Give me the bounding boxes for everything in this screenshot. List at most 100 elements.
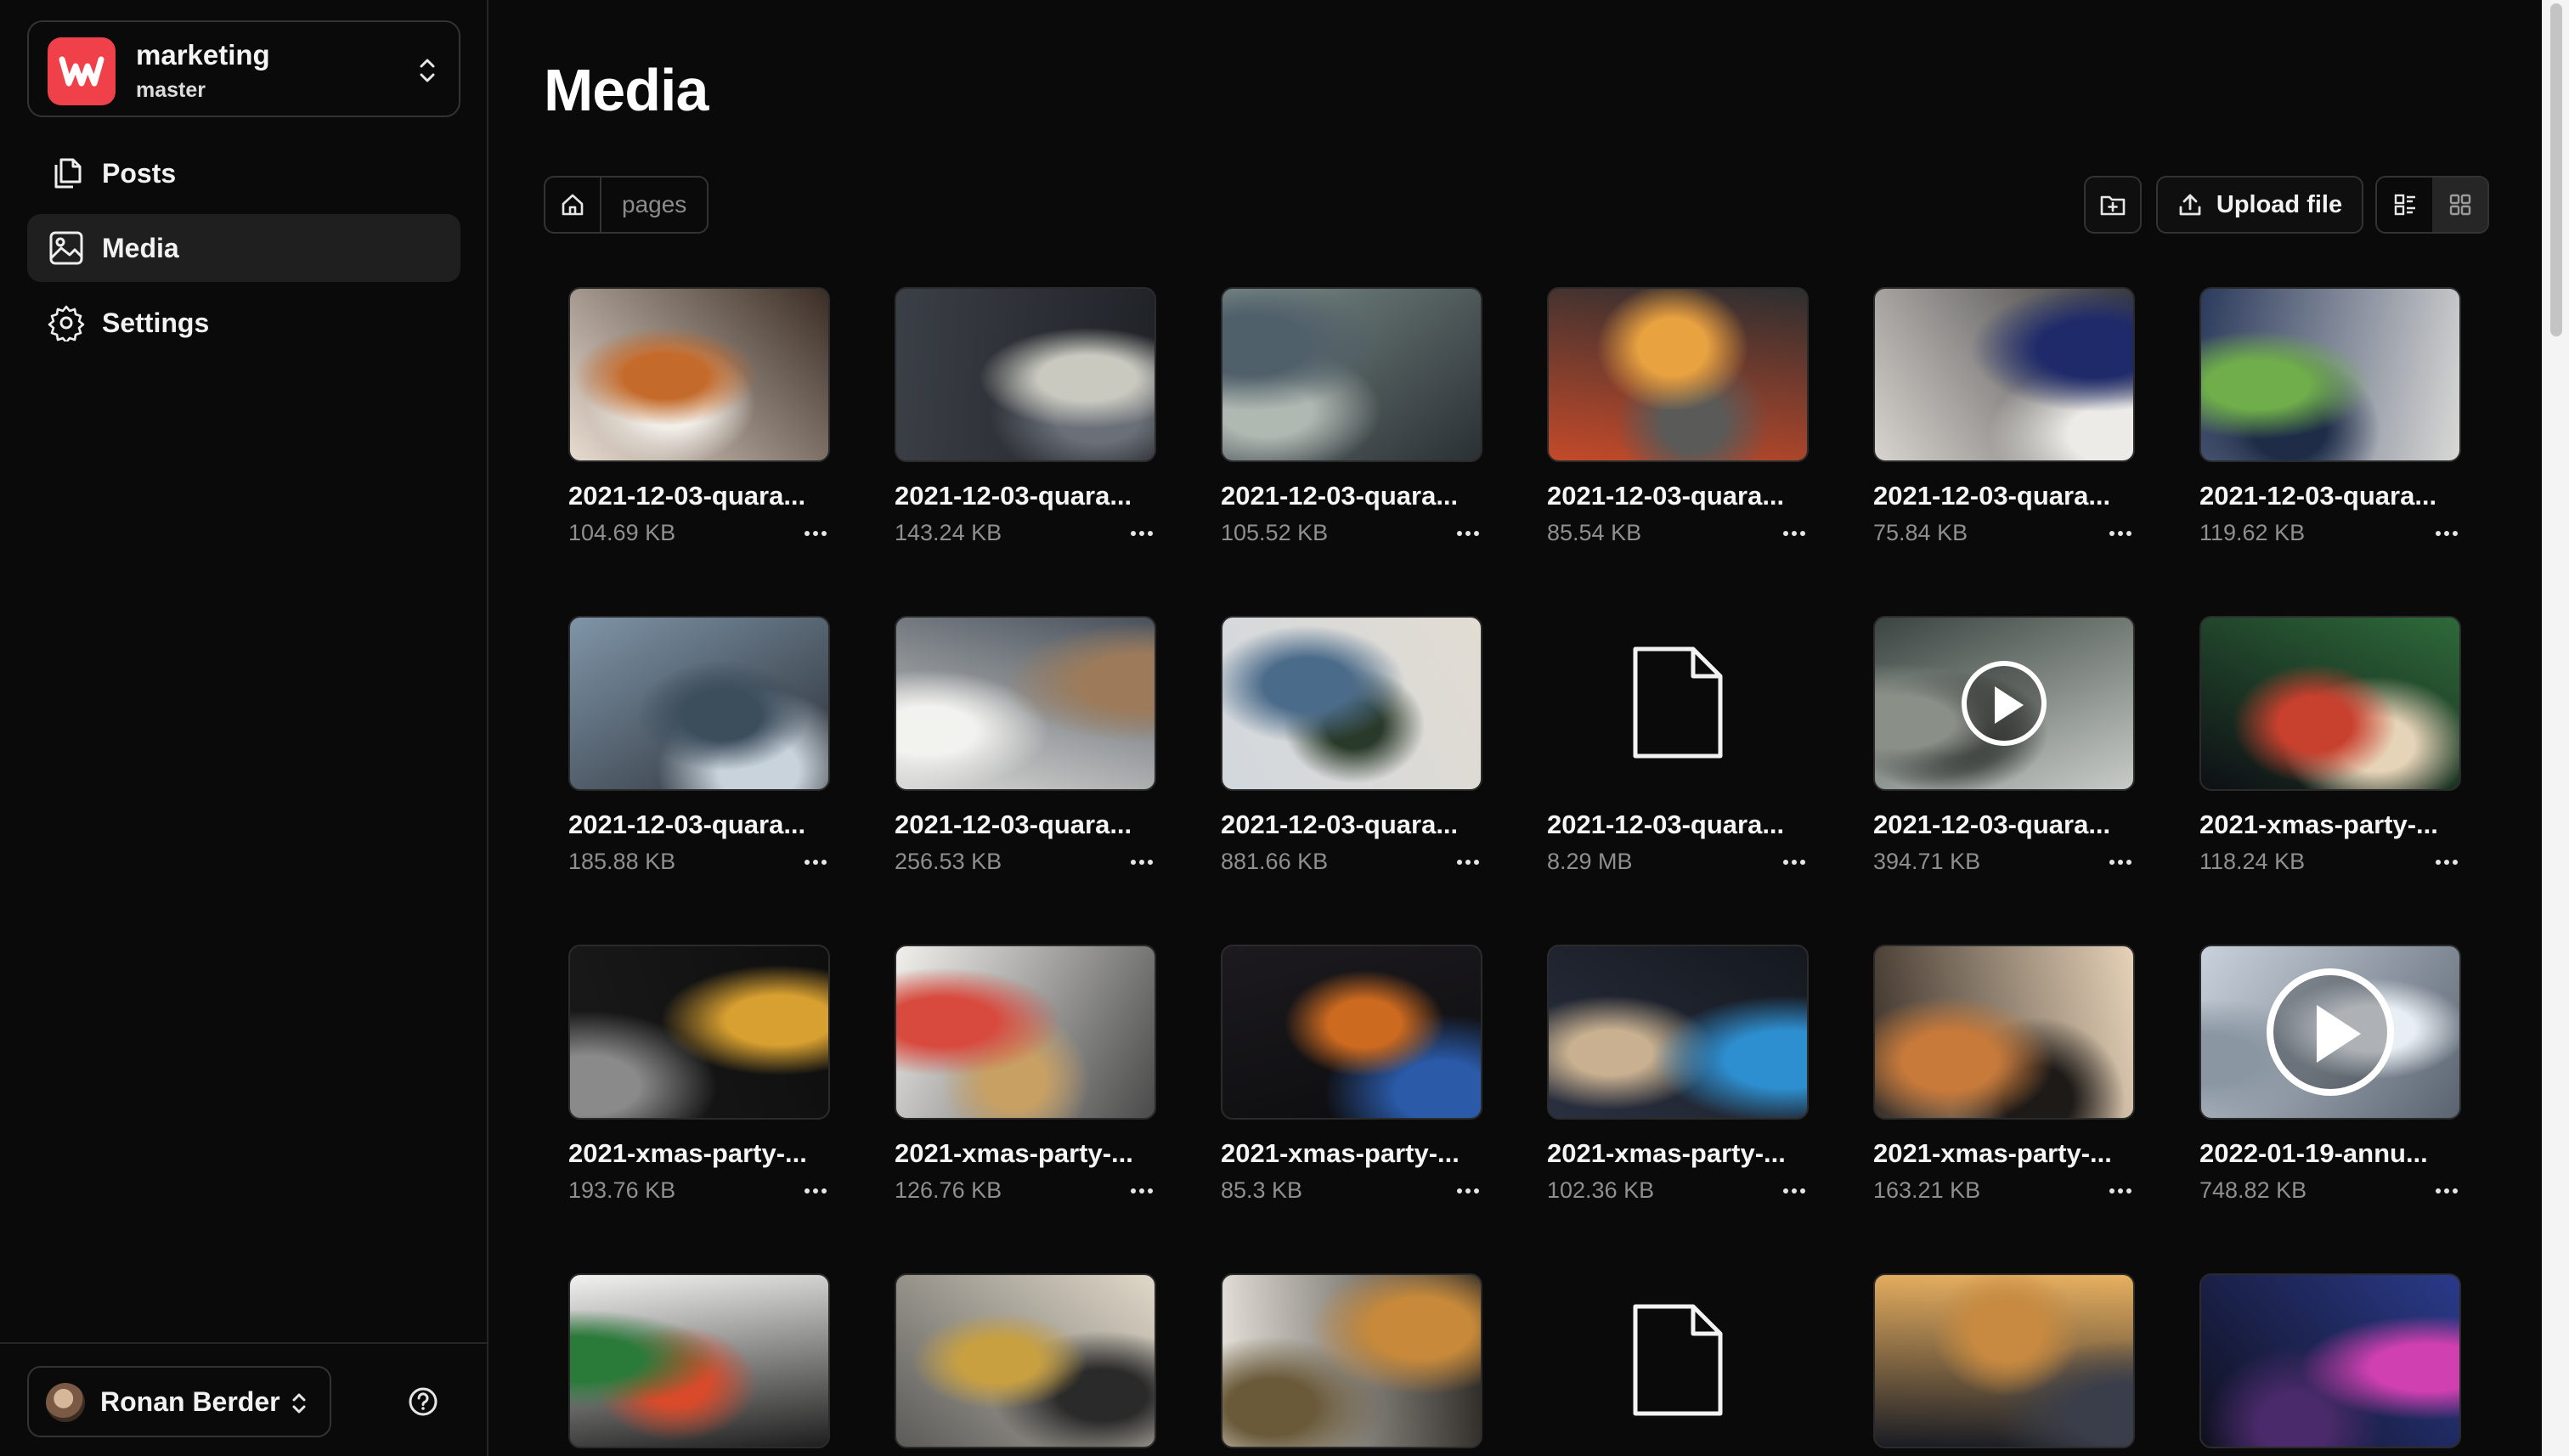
media-card[interactable]: 2021-12-03-quara... 105.52 KB (1221, 287, 1482, 546)
media-card[interactable]: 2021-12-03-quara... 143.24 KB (895, 287, 1156, 546)
media-card[interactable]: 2021-xmas-party-... 193.76 KB (568, 945, 830, 1204)
media-card[interactable]: 2021-xmas-party-... 102.36 KB (1547, 945, 1809, 1204)
more-options-icon[interactable] (1457, 1187, 1482, 1195)
file-meta-row: 105.52 KB (1221, 520, 1482, 546)
list-view-button[interactable] (2377, 178, 2432, 232)
grid-view-button[interactable] (2432, 178, 2487, 232)
media-card[interactable]: 2021-xmas-party-... 163.21 KB (1873, 945, 2135, 1204)
image-thumbnail[interactable] (2199, 616, 2461, 791)
media-card[interactable] (2199, 1273, 2461, 1448)
more-options-icon[interactable] (1783, 858, 1809, 866)
image-thumbnail[interactable] (1873, 287, 2135, 462)
image-thumbnail[interactable] (895, 1273, 1156, 1448)
file-name: 2021-12-03-quara... (1873, 810, 2111, 839)
file-meta-row: 193.76 KB (568, 1177, 830, 1204)
image-thumbnail[interactable] (895, 945, 1156, 1120)
image-thumbnail[interactable] (1547, 287, 1809, 462)
file-size: 119.62 KB (2199, 520, 2306, 545)
more-options-icon[interactable] (1131, 1187, 1156, 1195)
sidebar-item-media[interactable]: Media (27, 214, 460, 282)
image-thumbnail[interactable] (1873, 1273, 2135, 1448)
file-icon (1633, 1304, 1723, 1416)
more-options-icon[interactable] (2436, 858, 2461, 866)
image-thumbnail[interactable] (2199, 1273, 2461, 1448)
repo-switcher[interactable]: marketing master (27, 20, 460, 117)
more-options-icon[interactable] (2109, 529, 2135, 538)
media-card[interactable] (568, 1273, 830, 1448)
file-size: 394.71 KB (1873, 849, 1981, 874)
file-thumbnail[interactable] (1547, 616, 1809, 791)
file-size: 118.24 KB (2199, 849, 2306, 874)
video-thumbnail[interactable] (2199, 945, 2461, 1120)
media-card[interactable] (1221, 1273, 1482, 1448)
avatar (46, 1383, 85, 1422)
file-name: 2021-12-03-quara... (895, 810, 1132, 839)
media-card[interactable]: 2021-12-03-quara... 75.84 KB (1873, 287, 2135, 546)
media-card[interactable]: 2021-xmas-party-... 118.24 KB (2199, 616, 2461, 875)
breadcrumb-item[interactable]: pages (601, 178, 707, 232)
file-meta-row: 185.88 KB (568, 849, 830, 875)
media-card[interactable]: 2021-12-03-quara... 256.53 KB (895, 616, 1156, 875)
file-size: 193.76 KB (568, 1177, 676, 1203)
more-options-icon[interactable] (1457, 858, 1482, 866)
more-options-icon[interactable] (805, 529, 830, 538)
more-options-icon[interactable] (805, 1187, 830, 1195)
more-options-icon[interactable] (1131, 529, 1156, 538)
file-icon (1633, 646, 1723, 759)
file-size: 143.24 KB (895, 520, 1002, 545)
image-thumbnail[interactable] (1547, 945, 1809, 1120)
sidebar-item-label: Media (102, 232, 179, 263)
file-name: 2021-12-03-quara... (1547, 810, 1785, 839)
help-icon[interactable] (408, 1386, 438, 1417)
media-card[interactable] (1873, 1273, 2135, 1448)
more-options-icon[interactable] (2109, 1187, 2135, 1195)
media-card[interactable] (1547, 1273, 1809, 1448)
media-card[interactable]: 2021-12-03-quara... 119.62 KB (2199, 287, 2461, 546)
image-thumbnail[interactable] (1221, 616, 1482, 791)
file-size: 748.82 KB (2199, 1177, 2307, 1203)
more-options-icon[interactable] (1783, 1187, 1809, 1195)
media-card[interactable]: 2021-12-03-quara... 85.54 KB (1547, 287, 1809, 546)
more-options-icon[interactable] (2109, 858, 2135, 866)
more-options-icon[interactable] (1131, 858, 1156, 866)
image-thumbnail[interactable] (895, 287, 1156, 462)
file-meta-row: 163.21 KB (1873, 1177, 2135, 1204)
brand-logo-icon (48, 37, 116, 105)
breadcrumb-home[interactable] (545, 178, 601, 232)
sidebar-item-label: Settings (102, 307, 210, 338)
file-name: 2021-12-03-quara... (1221, 810, 1459, 839)
media-card[interactable] (895, 1273, 1156, 1448)
image-thumbnail[interactable] (1221, 1273, 1482, 1448)
scrollbar-thumb[interactable] (2550, 3, 2562, 336)
image-thumbnail[interactable] (895, 616, 1156, 791)
media-card[interactable]: 2021-xmas-party-... 126.76 KB (895, 945, 1156, 1204)
media-card[interactable]: 2022-01-19-annu... 748.82 KB (2199, 945, 2461, 1204)
media-card[interactable]: 2021-12-03-quara... 8.29 MB (1547, 616, 1809, 875)
new-folder-button[interactable] (2084, 176, 2142, 234)
more-options-icon[interactable] (1783, 529, 1809, 538)
image-thumbnail[interactable] (1873, 945, 2135, 1120)
media-card[interactable]: 2021-12-03-quara... 104.69 KB (568, 287, 830, 546)
image-thumbnail[interactable] (568, 1273, 830, 1448)
user-menu[interactable]: Ronan Berder (27, 1366, 331, 1437)
image-thumbnail[interactable] (568, 945, 830, 1120)
media-card[interactable]: 2021-12-03-quara... 185.88 KB (568, 616, 830, 875)
image-thumbnail[interactable] (1221, 287, 1482, 462)
video-thumbnail[interactable] (1873, 616, 2135, 791)
more-options-icon[interactable] (2436, 529, 2461, 538)
sidebar-item-posts[interactable]: Posts (27, 139, 460, 207)
sidebar-item-settings[interactable]: Settings (27, 289, 460, 357)
upload-file-button[interactable]: Upload file (2156, 176, 2363, 234)
media-card[interactable]: 2021-12-03-quara... 881.66 KB (1221, 616, 1482, 875)
image-thumbnail[interactable] (568, 616, 830, 791)
media-card[interactable]: 2021-12-03-quara... 394.71 KB (1873, 616, 2135, 875)
more-options-icon[interactable] (805, 858, 830, 866)
image-thumbnail[interactable] (1221, 945, 1482, 1120)
image-thumbnail[interactable] (568, 287, 830, 462)
file-size: 126.76 KB (895, 1177, 1002, 1203)
media-card[interactable]: 2021-xmas-party-... 85.3 KB (1221, 945, 1482, 1204)
file-thumbnail[interactable] (1547, 1273, 1809, 1448)
more-options-icon[interactable] (1457, 529, 1482, 538)
image-thumbnail[interactable] (2199, 287, 2461, 462)
more-options-icon[interactable] (2436, 1187, 2461, 1195)
